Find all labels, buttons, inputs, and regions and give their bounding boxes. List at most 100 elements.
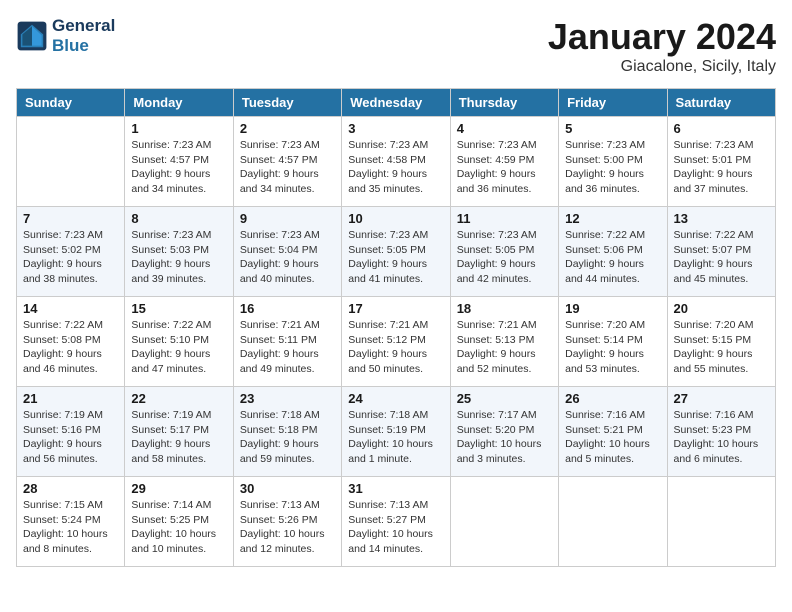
day-number: 20 [674,301,769,316]
calendar-cell: 13Sunrise: 7:22 AM Sunset: 5:07 PM Dayli… [667,207,775,297]
weekday-header-saturday: Saturday [667,89,775,117]
day-info: Sunrise: 7:14 AM Sunset: 5:25 PM Dayligh… [131,498,226,557]
calendar-cell: 14 Sunrise: 7:22 AM Sunset: 5:08 PM Dayli… [17,297,125,387]
weekday-header-tuesday: Tuesday [233,89,341,117]
day-number: 12 [565,211,660,226]
day-number: 1 [131,121,226,136]
calendar-cell: 3 Sunrise: 7:23 AM Sunset: 4:58 PM Daylig… [342,117,450,207]
day-info: Sunrise: 7:13 AM Sunset: 5:26 PM Dayligh… [240,498,335,557]
calendar-cell: 27 Sunrise: 7:16 AM Sunset: 5:23 PM Dayli… [667,387,775,477]
calendar-cell: 18 Sunrise: 7:21 AM Sunset: 5:13 PM Dayli… [450,297,558,387]
day-info: Sunrise: 7:23 AM Sunset: 5:00 PM Dayligh… [565,138,660,197]
day-number: 25 [457,391,552,406]
day-number: 14 [23,301,118,316]
day-info: Sunrise: 7:23 AM Sunset: 5:04 PM Dayligh… [240,228,335,287]
day-number: 26 [565,391,660,406]
weekday-header-thursday: Thursday [450,89,558,117]
calendar-cell: 31 Sunrise: 7:13 AM Sunset: 5:27 PM Dayli… [342,477,450,567]
calendar-week-5: 28 Sunrise: 7:15 AM Sunset: 5:24 PM Dayli… [17,477,776,567]
day-info: Sunrise: 7:15 AM Sunset: 5:24 PM Dayligh… [23,498,118,557]
day-info: Sunrise: 7:23 AM Sunset: 5:05 PM Dayligh… [348,228,443,287]
day-number: 8 [131,211,226,226]
day-number: 31 [348,481,443,496]
day-number: 23 [240,391,335,406]
calendar-week-1: 1 Sunrise: 7:23 AM Sunset: 4:57 PM Daylig… [17,117,776,207]
calendar-cell: 24 Sunrise: 7:18 AM Sunset: 5:19 PM Dayli… [342,387,450,477]
calendar-week-3: 14 Sunrise: 7:22 AM Sunset: 5:08 PM Dayli… [17,297,776,387]
day-number: 17 [348,301,443,316]
calendar-header: SundayMondayTuesdayWednesdayThursdayFrid… [17,89,776,117]
location-title: Giacalone, Sicily, Italy [548,58,776,76]
day-info: Sunrise: 7:21 AM Sunset: 5:11 PM Dayligh… [240,318,335,377]
calendar-cell: 12 Sunrise: 7:22 AM Sunset: 5:06 PM Dayli… [559,207,667,297]
page-header: General Blue January 2024 Giacalone, Sic… [16,16,776,76]
calendar-cell: 22Sunrise: 7:19 AM Sunset: 5:17 PM Dayli… [125,387,233,477]
day-info: Sunrise: 7:16 AM Sunset: 5:23 PM Dayligh… [674,408,769,467]
day-info: Sunrise: 7:23 AM Sunset: 5:03 PM Dayligh… [131,228,226,287]
day-info: Sunrise: 7:13 AM Sunset: 5:27 PM Dayligh… [348,498,443,557]
calendar-cell: 4Sunrise: 7:23 AM Sunset: 4:59 PM Daylig… [450,117,558,207]
calendar-cell [667,477,775,567]
calendar-cell: 6Sunrise: 7:23 AM Sunset: 5:01 PM Daylig… [667,117,775,207]
day-info: Sunrise: 7:21 AM Sunset: 5:12 PM Dayligh… [348,318,443,377]
day-info: Sunrise: 7:22 AM Sunset: 5:07 PM Dayligh… [674,228,769,287]
day-number: 9 [240,211,335,226]
calendar-cell: 10 Sunrise: 7:23 AM Sunset: 5:05 PM Dayli… [342,207,450,297]
calendar-cell: 1 Sunrise: 7:23 AM Sunset: 4:57 PM Daylig… [125,117,233,207]
day-info: Sunrise: 7:17 AM Sunset: 5:20 PM Dayligh… [457,408,552,467]
day-info: Sunrise: 7:20 AM Sunset: 5:15 PM Dayligh… [674,318,769,377]
day-number: 21 [23,391,118,406]
calendar-cell: 16Sunrise: 7:21 AM Sunset: 5:11 PM Dayli… [233,297,341,387]
logo: General Blue [16,16,115,55]
logo-icon [16,20,48,52]
calendar-week-4: 21 Sunrise: 7:19 AM Sunset: 5:16 PM Dayli… [17,387,776,477]
calendar-cell: 25 Sunrise: 7:17 AM Sunset: 5:20 PM Dayli… [450,387,558,477]
day-number: 10 [348,211,443,226]
calendar-cell: 30Sunrise: 7:13 AM Sunset: 5:26 PM Dayli… [233,477,341,567]
day-info: Sunrise: 7:18 AM Sunset: 5:19 PM Dayligh… [348,408,443,467]
day-number: 29 [131,481,226,496]
calendar-cell: 26 Sunrise: 7:16 AM Sunset: 5:21 PM Dayli… [559,387,667,477]
day-number: 28 [23,481,118,496]
day-number: 19 [565,301,660,316]
day-info: Sunrise: 7:19 AM Sunset: 5:16 PM Dayligh… [23,408,118,467]
day-number: 27 [674,391,769,406]
calendar-cell: 15Sunrise: 7:22 AM Sunset: 5:10 PM Dayli… [125,297,233,387]
calendar-cell [17,117,125,207]
day-info: Sunrise: 7:23 AM Sunset: 5:02 PM Dayligh… [23,228,118,287]
title-block: January 2024 Giacalone, Sicily, Italy [548,16,776,76]
day-number: 22 [131,391,226,406]
calendar-cell: 19Sunrise: 7:20 AM Sunset: 5:14 PM Dayli… [559,297,667,387]
day-number: 5 [565,121,660,136]
day-info: Sunrise: 7:22 AM Sunset: 5:08 PM Dayligh… [23,318,118,377]
calendar-week-2: 7Sunrise: 7:23 AM Sunset: 5:02 PM Daylig… [17,207,776,297]
day-info: Sunrise: 7:22 AM Sunset: 5:06 PM Dayligh… [565,228,660,287]
day-number: 3 [348,121,443,136]
calendar-table: SundayMondayTuesdayWednesdayThursdayFrid… [16,88,776,567]
day-info: Sunrise: 7:23 AM Sunset: 4:58 PM Dayligh… [348,138,443,197]
day-info: Sunrise: 7:16 AM Sunset: 5:21 PM Dayligh… [565,408,660,467]
weekday-header-monday: Monday [125,89,233,117]
month-title: January 2024 [548,16,776,58]
day-info: Sunrise: 7:23 AM Sunset: 4:57 PM Dayligh… [131,138,226,197]
day-info: Sunrise: 7:23 AM Sunset: 5:01 PM Dayligh… [674,138,769,197]
calendar-cell: 17 Sunrise: 7:21 AM Sunset: 5:12 PM Dayli… [342,297,450,387]
day-number: 2 [240,121,335,136]
calendar-cell: 20 Sunrise: 7:20 AM Sunset: 5:15 PM Dayli… [667,297,775,387]
calendar-cell: 29 Sunrise: 7:14 AM Sunset: 5:25 PM Dayli… [125,477,233,567]
logo-text: General Blue [52,16,115,55]
day-info: Sunrise: 7:23 AM Sunset: 5:05 PM Dayligh… [457,228,552,287]
day-number: 24 [348,391,443,406]
calendar-cell: 11 Sunrise: 7:23 AM Sunset: 5:05 PM Dayli… [450,207,558,297]
calendar-cell: 28 Sunrise: 7:15 AM Sunset: 5:24 PM Dayli… [17,477,125,567]
day-info: Sunrise: 7:23 AM Sunset: 4:57 PM Dayligh… [240,138,335,197]
calendar-cell: 5 Sunrise: 7:23 AM Sunset: 5:00 PM Daylig… [559,117,667,207]
weekday-header-friday: Friday [559,89,667,117]
day-info: Sunrise: 7:21 AM Sunset: 5:13 PM Dayligh… [457,318,552,377]
day-number: 11 [457,211,552,226]
day-info: Sunrise: 7:18 AM Sunset: 5:18 PM Dayligh… [240,408,335,467]
day-info: Sunrise: 7:23 AM Sunset: 4:59 PM Dayligh… [457,138,552,197]
day-number: 18 [457,301,552,316]
calendar-cell: 8 Sunrise: 7:23 AM Sunset: 5:03 PM Daylig… [125,207,233,297]
calendar-cell [559,477,667,567]
